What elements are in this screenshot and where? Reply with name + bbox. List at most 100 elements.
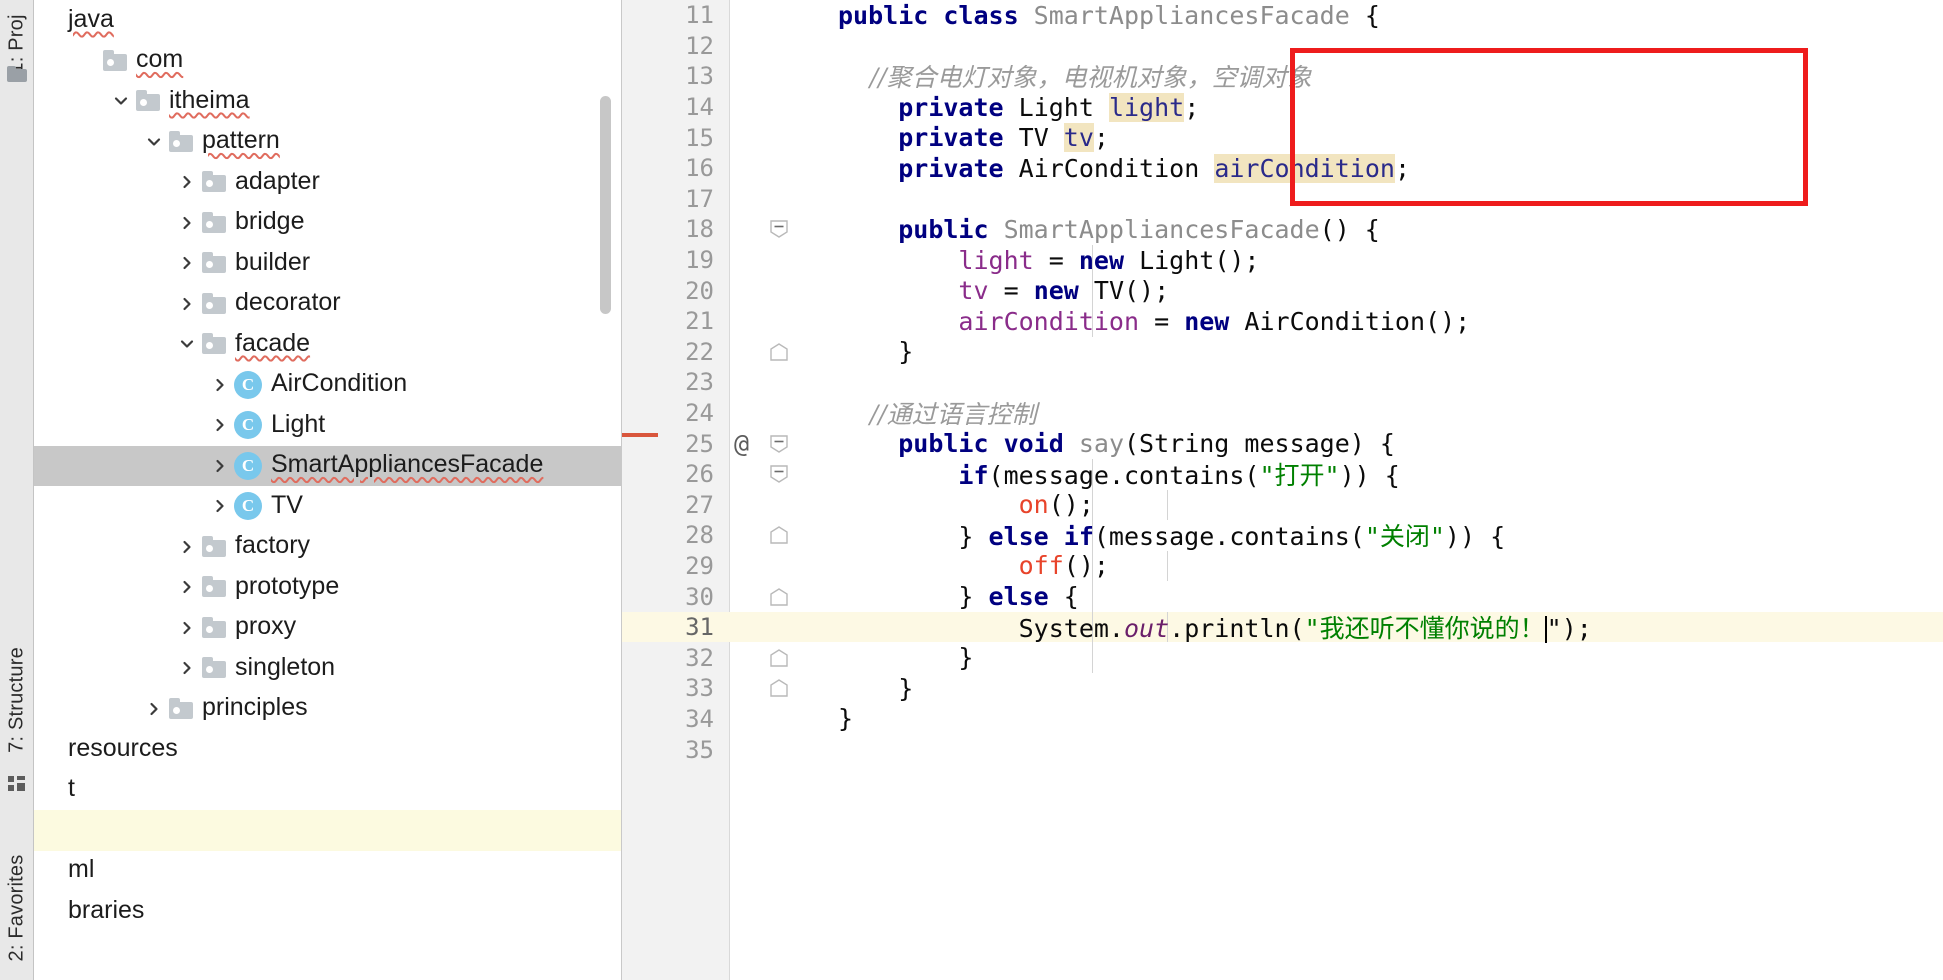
chevron-right-icon[interactable] <box>174 619 200 637</box>
code-line-15[interactable]: 15 private TV tv; <box>622 122 1943 153</box>
code-line-13[interactable]: 13 //聚合电灯对象，电视机对象，空调对象 <box>622 61 1943 92</box>
code-line-34[interactable]: 34} <box>622 704 1943 735</box>
code-line-35[interactable]: 35 <box>622 734 1943 765</box>
token-plain: (String message) { <box>1124 429 1395 459</box>
code-line-14[interactable]: 14 private Light light; <box>622 92 1943 123</box>
chevron-right-icon[interactable] <box>174 659 200 677</box>
fold-end-icon[interactable] <box>768 586 790 608</box>
chevron-right-icon[interactable] <box>207 497 233 515</box>
tree-item-decorator[interactable]: decorator <box>34 284 621 325</box>
code-text: public SmartAppliancesFacade() { <box>838 215 1943 244</box>
tree-item-factory[interactable]: factory <box>34 527 621 568</box>
code-line-12[interactable]: 12 <box>622 31 1943 62</box>
tree-item-com[interactable]: com <box>34 41 621 82</box>
chevron-down-icon[interactable] <box>141 133 167 151</box>
code-line-20[interactable]: 20 tv = new TV(); <box>622 275 1943 306</box>
chevron-right-icon[interactable] <box>174 538 200 556</box>
tree-item-label: facade <box>235 328 311 357</box>
tree-highlight-band[interactable] <box>34 810 621 851</box>
tool-tab-project[interactable]: 1: Proj <box>5 14 28 73</box>
token-cmt: //聚合电灯对象，电视机对象，空调对象 <box>838 63 1312 93</box>
chevron-right-icon[interactable] <box>207 416 233 434</box>
tree-item-itheima[interactable]: itheima <box>34 81 621 122</box>
tree-item-label: adapter <box>235 166 320 195</box>
override-marker-icon[interactable]: @ <box>734 429 749 458</box>
chevron-right-icon[interactable] <box>174 214 200 232</box>
tree-item-tv[interactable]: C TV <box>34 486 621 527</box>
fold-collapse-icon[interactable] <box>768 433 790 455</box>
token-mth: on <box>1018 490 1049 520</box>
tree-item-smartappliancesfacade[interactable]: C SmartAppliancesFacade <box>34 445 621 486</box>
tree-scrollbar[interactable] <box>600 96 611 314</box>
tree-item-proxy[interactable]: proxy <box>34 608 621 649</box>
line-number: 29 <box>685 551 714 580</box>
line-number: 14 <box>685 93 714 122</box>
tool-tab-structure[interactable]: 7: Structure <box>5 647 28 753</box>
code-line-26[interactable]: 26 if(message.contains("打开")) { <box>622 458 1943 490</box>
code-line-16[interactable]: 16 private AirCondition airCondition; <box>622 153 1943 184</box>
code-line-22[interactable]: 22 } <box>622 337 1943 368</box>
tree-item-facade[interactable]: facade <box>34 324 621 365</box>
token-plain: )) { <box>1444 522 1506 552</box>
tree-item-bridge[interactable]: bridge <box>34 203 621 244</box>
fold-end-icon[interactable] <box>768 647 790 669</box>
tree-item-pattern[interactable]: pattern <box>34 122 621 163</box>
code-line-18[interactable]: 18 public SmartAppliancesFacade() { <box>622 214 1943 245</box>
fold-collapse-icon[interactable] <box>768 218 790 240</box>
token-plain: AirCondition <box>1018 153 1215 183</box>
chevron-right-icon[interactable] <box>141 700 167 718</box>
tree-item-prototype[interactable]: prototype <box>34 567 621 608</box>
fold-end-icon[interactable] <box>768 524 790 546</box>
token-kw: public <box>898 214 1004 244</box>
tree-item-resources[interactable]: resources <box>34 729 621 770</box>
code-line-24[interactable]: 24 //通过语言控制 <box>622 398 1943 429</box>
code-line-11[interactable]: 11 public class SmartAppliancesFacade { <box>622 0 1943 31</box>
chevron-down-icon[interactable] <box>174 335 200 353</box>
code-line-28[interactable]: 28 } else if(message.contains("关闭")) { <box>622 520 1943 551</box>
chevron-right-icon[interactable] <box>174 173 200 191</box>
tree-item-singleton[interactable]: singleton <box>34 648 621 689</box>
line-number: 33 <box>685 674 714 703</box>
folder-icon <box>200 171 228 193</box>
code-line-27[interactable]: 27 on(); <box>622 489 1943 521</box>
code-line-29[interactable]: 29 off(); <box>622 550 1943 582</box>
tree-item-braries[interactable]: braries <box>34 891 621 932</box>
code-text: private AirCondition airCondition; <box>838 153 1943 183</box>
tree-item-adapter[interactable]: adapter <box>34 162 621 203</box>
token-plain: = <box>1033 245 1079 275</box>
chevron-right-icon[interactable] <box>174 254 200 272</box>
chevron-down-icon[interactable] <box>108 92 134 110</box>
folder-icon <box>7 66 27 84</box>
fold-end-icon[interactable] <box>768 677 790 699</box>
code-line-30[interactable]: 30 } else { <box>622 581 1943 612</box>
chevron-right-icon[interactable] <box>174 295 200 313</box>
code-line-33[interactable]: 33 } <box>622 673 1943 704</box>
tool-tab-favorites[interactable]: 2: Favorites <box>5 855 28 962</box>
code-line-19[interactable]: 19 light = new Light(); <box>622 244 1943 276</box>
tree-item-aircondition[interactable]: C AirCondition <box>34 365 621 406</box>
code-line-23[interactable]: 23 <box>622 367 1943 398</box>
chevron-right-icon[interactable] <box>207 376 233 394</box>
line-number: 28 <box>685 521 714 550</box>
tree-item-java[interactable]: java <box>34 0 621 41</box>
code-line-32[interactable]: 32 } <box>622 642 1943 674</box>
code-line-31[interactable]: 31 System.out.println("我还听不懂你说的！"); <box>622 611 1943 644</box>
chevron-right-icon[interactable] <box>174 578 200 596</box>
tree-item-t[interactable]: t <box>34 770 621 811</box>
code-line-21[interactable]: 21 airCondition = new AirCondition(); <box>622 305 1943 337</box>
chevron-right-icon[interactable] <box>207 457 233 475</box>
tree-item-label: TV <box>271 490 303 519</box>
code-editor[interactable]: 11 public class SmartAppliancesFacade {12… <box>622 0 1943 980</box>
tree-item-light[interactable]: C Light <box>34 405 621 446</box>
code-line-25[interactable]: 25 @ public void say(String message) { <box>622 428 1943 459</box>
tree-item-ml[interactable]: ml <box>34 851 621 892</box>
fold-end-icon[interactable] <box>768 341 790 363</box>
fold-collapse-icon[interactable] <box>768 463 790 485</box>
token-kw: public <box>898 429 1004 459</box>
tree-item-principles[interactable]: principles <box>34 689 621 730</box>
code-line-17[interactable]: 17 <box>622 184 1943 215</box>
tree-item-builder[interactable]: builder <box>34 243 621 284</box>
